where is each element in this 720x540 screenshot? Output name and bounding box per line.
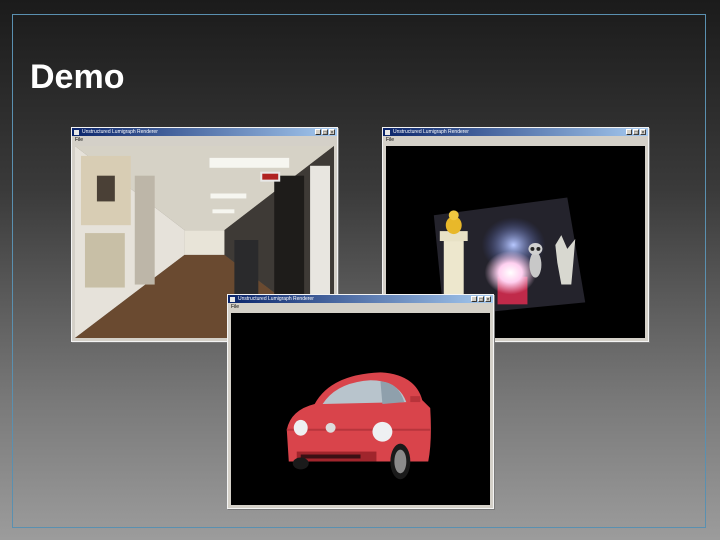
- car-render-image: [231, 313, 490, 505]
- maximize-button[interactable]: □: [322, 129, 328, 136]
- menu-file[interactable]: File: [72, 136, 337, 145]
- menu-file[interactable]: File: [383, 136, 648, 145]
- app-icon: [385, 129, 390, 135]
- window-title-bar[interactable]: Unstructured Lumigraph Renderer _ □ ×: [383, 128, 648, 136]
- maximize-button[interactable]: □: [478, 296, 484, 303]
- close-button[interactable]: ×: [329, 129, 335, 136]
- slide-title: Demo: [30, 58, 125, 96]
- render-view-car[interactable]: [231, 313, 490, 505]
- maximize-button[interactable]: □: [633, 129, 639, 136]
- window-title: Unstructured Lumigraph Renderer: [238, 296, 314, 302]
- window-title: Unstructured Lumigraph Renderer: [82, 129, 158, 135]
- minimize-button[interactable]: _: [471, 296, 477, 303]
- window-title: Unstructured Lumigraph Renderer: [393, 129, 469, 135]
- minimize-button[interactable]: _: [315, 129, 321, 136]
- app-icon: [230, 296, 235, 302]
- minimize-button[interactable]: _: [626, 129, 632, 136]
- close-button[interactable]: ×: [640, 129, 646, 136]
- app-icon: [74, 129, 79, 135]
- window-title-bar[interactable]: Unstructured Lumigraph Renderer _ □ ×: [228, 295, 493, 303]
- renderer-window-car[interactable]: Unstructured Lumigraph Renderer _ □ × Fi…: [227, 294, 494, 509]
- close-button[interactable]: ×: [485, 296, 491, 303]
- window-title-bar[interactable]: Unstructured Lumigraph Renderer _ □ ×: [72, 128, 337, 136]
- menu-file[interactable]: File: [228, 303, 493, 312]
